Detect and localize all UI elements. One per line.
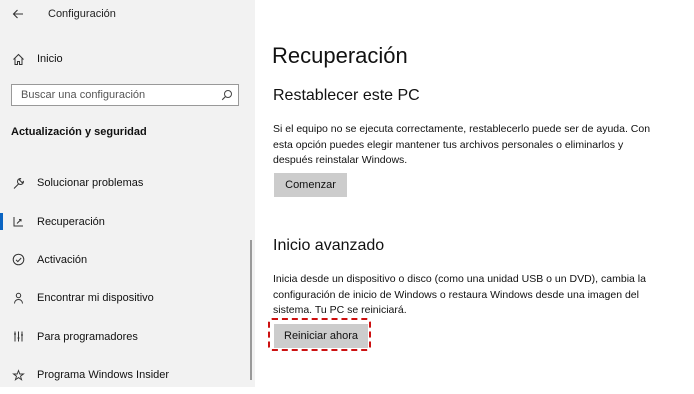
sidebar-item-developers[interactable]: Para programadores xyxy=(0,318,255,356)
reset-pc-description: Si el equipo no se ejecuta correctamente… xyxy=(273,123,651,166)
title-bar: Configuración xyxy=(0,0,255,28)
sidebar-item-label: Solucionar problemas xyxy=(37,177,144,190)
reset-pc-heading: Restablecer este PC xyxy=(273,87,420,104)
sidebar-item-label: Programa Windows Insider xyxy=(37,369,170,382)
sidebar-item-label: Activación xyxy=(37,253,88,266)
app-title: Configuración xyxy=(48,8,116,20)
sidebar-item-label: Recuperación xyxy=(37,215,105,228)
sidebar-item-insider[interactable]: Programa Windows Insider xyxy=(0,356,255,394)
developer-icon xyxy=(11,330,25,344)
home-icon xyxy=(11,52,25,66)
sidebar-scrollbar[interactable] xyxy=(250,240,252,380)
sidebar-item-label: Para programadores xyxy=(37,330,138,343)
sidebar-item-troubleshoot[interactable]: Solucionar problemas xyxy=(0,164,255,202)
search-input[interactable]: Buscar una configuración xyxy=(11,84,239,106)
start-reset-button[interactable]: Comenzar xyxy=(274,173,347,197)
insider-icon xyxy=(11,368,25,382)
advanced-startup-heading: Inicio avanzado xyxy=(273,237,385,254)
person-pin-icon xyxy=(11,291,25,305)
sidebar-section-title: Actualización y seguridad xyxy=(11,126,147,138)
restart-now-button[interactable]: Reiniciar ahora xyxy=(274,324,368,348)
sidebar-item-home[interactable]: Inicio xyxy=(0,46,255,72)
sidebar-item-find-device[interactable]: Encontrar mi dispositivo xyxy=(0,279,255,317)
recovery-icon xyxy=(11,215,25,229)
check-circle-icon xyxy=(11,253,25,267)
sidebar-nav: Solucionar problemas Recuperación Activa… xyxy=(0,164,255,394)
advanced-startup-description: Inicia desde un dispositivo o disco (com… xyxy=(273,273,646,316)
sidebar: Configuración Inicio Buscar una configur… xyxy=(0,0,255,387)
search-placeholder: Buscar una configuración xyxy=(21,89,146,101)
sidebar-item-activation[interactable]: Activación xyxy=(0,241,255,279)
back-arrow-icon[interactable] xyxy=(8,5,28,23)
wrench-icon xyxy=(11,176,25,190)
page-title: Recuperación xyxy=(272,43,408,68)
sidebar-item-label: Encontrar mi dispositivo xyxy=(37,292,154,305)
sidebar-item-recovery[interactable]: Recuperación xyxy=(0,202,255,240)
sidebar-item-label: Inicio xyxy=(37,53,63,65)
search-icon[interactable] xyxy=(216,89,238,101)
